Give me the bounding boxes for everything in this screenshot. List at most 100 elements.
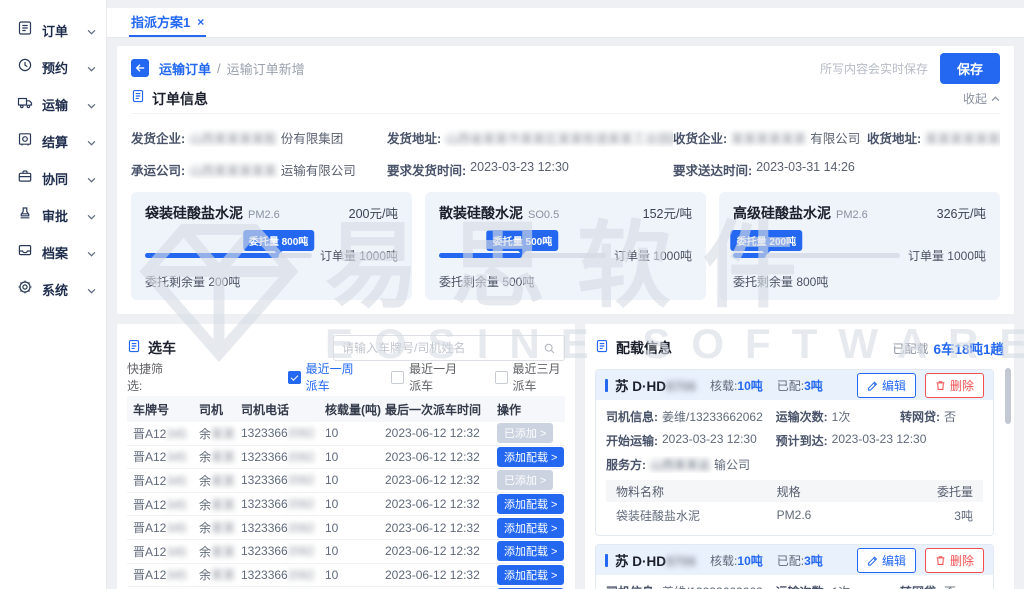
loaded-stat: 已配:3吨 — [777, 552, 823, 569]
field-label: 要求送达时间: — [673, 160, 752, 179]
column-header: 操作 — [497, 401, 559, 418]
phone-cell: 13233662062 — [241, 568, 325, 582]
main-area: 指派方案1 × 运输订单 / 运输订单新增 所写内容会实时保存 保存 — [107, 0, 1024, 589]
pencil-icon — [867, 555, 878, 566]
field-value-redacted: 山西某某某某某 — [189, 160, 277, 179]
network-loan: 转网贷:否 — [900, 583, 983, 589]
column-header: 核载量(吨) — [325, 401, 385, 418]
edit-button[interactable]: 编辑 — [857, 373, 916, 398]
add-load-button[interactable]: 已添加 > — [497, 470, 553, 490]
capacity-cell: 10 — [325, 473, 385, 487]
progress-track: 委托量 800吨 — [145, 253, 312, 258]
breadcrumb-root[interactable]: 运输订单 — [159, 59, 211, 78]
product-spec: SO0.5 — [528, 209, 559, 221]
chevron-down-icon — [87, 59, 96, 77]
product-name: 散装硅酸水泥 — [439, 203, 523, 223]
back-button[interactable] — [131, 59, 149, 77]
add-load-button[interactable]: 添加配载 > — [497, 494, 564, 514]
quick-filters: 快捷筛选: 最近一周派车 最近一月派车 最近三月派车 — [127, 365, 565, 389]
capacity-cell: 10 — [325, 450, 385, 464]
phone-cell: 13233662062 — [241, 450, 325, 464]
edit-button[interactable]: 编辑 — [857, 548, 916, 573]
progress-fill — [439, 253, 522, 258]
delete-button[interactable]: 删除 — [925, 548, 984, 573]
phone-cell: 13233662062 — [241, 544, 325, 558]
add-load-button[interactable]: 已添加 > — [497, 423, 553, 443]
progress-fill — [145, 253, 279, 258]
save-button[interactable]: 保存 — [940, 53, 1000, 84]
add-load-button[interactable]: 添加配载 > — [497, 541, 564, 561]
product-cards: 袋装硅酸盐水泥 PM2.6 200元/吨 委托量 800吨 订单量 1000吨 … — [131, 192, 1000, 300]
vehicle-panel-header: 选车 — [127, 334, 565, 362]
driver-info: 司机信息:姜维/13233662062 — [606, 583, 776, 589]
trash-icon — [935, 380, 946, 391]
clipboard-icon — [127, 339, 141, 358]
order-panel: 运输订单 / 运输订单新增 所写内容会实时保存 保存 订单信息 收起 — [117, 46, 1014, 314]
driver-cell: 余某某 — [199, 519, 241, 536]
filter-checkbox-item[interactable]: 最近一月派车 — [391, 360, 461, 394]
table-row: 晋A12345 余某某 13233662062 10 2023-06-12 12… — [127, 469, 565, 493]
action-cell: 添加配载 > — [497, 494, 564, 514]
load-panel: 配载信息 已配载 6车18吨1趟 苏 D·HD8706 核载:10吨 已配:3吨 — [585, 324, 1014, 589]
sidebar-item-orders[interactable]: 订单 — [0, 12, 106, 49]
close-icon[interactable]: × — [197, 15, 204, 29]
collapse-toggle[interactable]: 收起 — [963, 90, 1000, 107]
column-header: 司机 — [199, 401, 241, 418]
checkbox-icon[interactable] — [288, 371, 301, 384]
sidebar-item-reservation[interactable]: 预约 — [0, 49, 106, 86]
table-body: 晋A12345 余某某 13233662062 10 2023-06-12 12… — [127, 422, 565, 589]
dispatch-time-cell: 2023-06-12 12:32 — [385, 521, 497, 535]
material-table: 物料名称 规格 委托量 袋装硅酸盐水泥 PM2.6 3吨 — [606, 480, 983, 528]
capacity-cell: 10 — [325, 544, 385, 558]
field-carrier: 承运公司: 山西某某某某某 运输有限公司 — [131, 160, 387, 179]
column-header: 司机电话 — [241, 401, 325, 418]
column-header: 车牌号 — [133, 401, 199, 418]
add-load-button[interactable]: 添加配载 > — [497, 565, 564, 585]
field-value-redacted: 山西某某某某股 — [189, 128, 277, 147]
sidebar-item-label: 预约 — [42, 58, 87, 77]
checkbox-icon[interactable] — [391, 371, 404, 384]
sidebar-item-collaboration[interactable]: 协同 — [0, 160, 106, 197]
table-row: 晋A12345 余某某 13233662062 10 2023-06-12 12… — [127, 564, 565, 588]
material-header-row: 物料名称 规格 委托量 — [606, 480, 983, 502]
field-ship-company: 发货企业: 山西某某某某股 份有限集团 — [131, 128, 387, 147]
field-label: 发货地址: — [387, 128, 441, 147]
quick-filter-label: 快捷筛选: — [127, 360, 172, 394]
driver-cell: 余某某 — [199, 496, 241, 513]
section-title: 订单信息 — [152, 89, 208, 109]
remaining-quantity: 委托剩余量 200吨 — [145, 273, 398, 290]
order-fields: 发货企业: 山西某某某某股 份有限集团 发货地址: 山西省某某市某某区某某街道某… — [131, 128, 1000, 179]
checkbox-icon[interactable] — [495, 371, 508, 384]
sidebar-item-archives[interactable]: 档案 — [0, 234, 106, 271]
sidebar-item-settlement[interactable]: 结算 — [0, 123, 106, 160]
sidebar-item-label: 运输 — [42, 95, 87, 114]
field-recv-address: 收货地址: 某某某某某某某某 建材大厦 — [867, 128, 1000, 147]
chevron-down-icon — [87, 22, 96, 40]
remaining-quantity: 委托剩余量 500吨 — [439, 273, 692, 290]
accent-bar — [605, 379, 608, 392]
bottom-panels: 选车 快捷筛选: 最近一周派车 — [117, 324, 1014, 589]
scrollbar-thumb[interactable] — [1005, 368, 1011, 424]
tab-assign-plan-1[interactable]: 指派方案1 × — [129, 8, 206, 37]
search-input[interactable] — [342, 341, 543, 355]
sidebar-item-approval[interactable]: 审批 — [0, 197, 106, 234]
edit-label: 编辑 — [882, 377, 906, 394]
add-load-button[interactable]: 添加配载 > — [497, 447, 564, 467]
content-area: 运输订单 / 运输订单新增 所写内容会实时保存 保存 订单信息 收起 — [107, 38, 1024, 589]
filter-checkbox-item[interactable]: 最近一周派车 — [288, 360, 358, 394]
delete-button[interactable]: 删除 — [925, 373, 984, 398]
action-cell: 已添加 > — [497, 470, 559, 490]
dispatch-time-cell: 2023-06-12 12:32 — [385, 450, 497, 464]
capacity-cell: 10 — [325, 497, 385, 511]
load-card-body: 司机信息:姜维/13233662062 运输次数:1次 转网贷:否 开始运输:2… — [596, 400, 993, 535]
sidebar-item-transport[interactable]: 运输 — [0, 86, 106, 123]
load-card-body: 司机信息:姜维/13233662062 运输次数:1次 转网贷:否 开始运输:2… — [596, 575, 993, 589]
action-cell: 添加配载 > — [497, 518, 564, 538]
add-load-button[interactable]: 添加配载 > — [497, 518, 564, 538]
order-quantity: 订单量 1000吨 — [908, 247, 986, 264]
sidebar-item-system[interactable]: 系统 — [0, 271, 106, 308]
filter-checkbox-item[interactable]: 最近三月派车 — [495, 360, 565, 394]
loaded-label: 已配载 — [892, 340, 928, 357]
dispatch-time-cell: 2023-06-12 12:32 — [385, 544, 497, 558]
product-price: 200元/吨 — [349, 203, 398, 222]
